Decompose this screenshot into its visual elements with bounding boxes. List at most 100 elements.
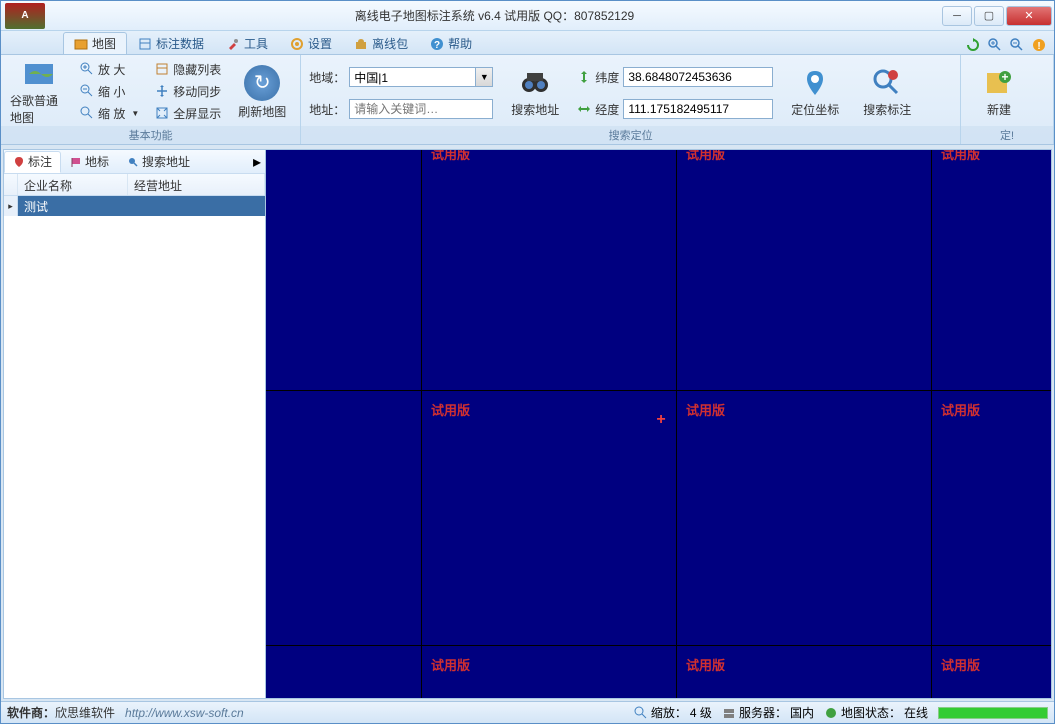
lng-label: 经度 xyxy=(595,101,619,118)
expand-tabs-button[interactable]: ▸ xyxy=(249,152,265,172)
search-address-button[interactable]: 搜索地址 xyxy=(505,59,565,125)
qa-zoomin-icon[interactable] xyxy=(986,36,1004,54)
fullscreen-button[interactable]: 全屏显示 xyxy=(150,103,226,123)
longitude-input[interactable] xyxy=(623,99,773,119)
server-icon xyxy=(722,706,736,720)
qa-refresh-icon[interactable] xyxy=(964,36,982,54)
tab-offline[interactable]: 离线包 xyxy=(343,32,419,54)
lng-icon xyxy=(577,102,591,116)
zoomin-icon xyxy=(80,62,94,76)
minimize-button[interactable]: ─ xyxy=(942,6,972,26)
new-icon: + xyxy=(983,67,1015,99)
tab-tools[interactable]: 工具 xyxy=(215,32,279,54)
ribbon: 谷歌普通地图 放 大 缩 小 缩 放▼ 隐藏列表 移动同步 全屏显示 ↻ 刷新地… xyxy=(1,55,1054,145)
search-icon xyxy=(127,156,139,168)
watermark: 试用版 xyxy=(431,655,470,674)
search-mark-button[interactable]: 搜索标注 xyxy=(857,59,917,125)
watermark: 试用版 xyxy=(686,655,725,674)
locate-coord-button[interactable]: 定位坐标 xyxy=(785,59,845,125)
binoculars-icon xyxy=(519,67,551,99)
search-mark-label: 搜索标注 xyxy=(863,101,911,118)
address-input[interactable] xyxy=(349,99,493,119)
pin-red-icon xyxy=(13,156,25,168)
center-cross-icon: + xyxy=(656,411,665,429)
zoom-status-icon xyxy=(634,706,648,720)
app-logo: A xyxy=(5,3,45,29)
vendor-name: 欣思维软件 xyxy=(55,706,115,720)
google-map-label: 谷歌普通地图 xyxy=(10,92,68,126)
status-zoom: 缩放：4 级 xyxy=(634,704,712,721)
watermark: 试用版 xyxy=(686,150,725,163)
col-company-name[interactable]: 企业名称 xyxy=(18,174,128,195)
vendor-url[interactable]: http://www.xsw-soft.cn xyxy=(125,706,244,720)
group-mark-label: 定! xyxy=(961,126,1053,144)
google-map-button[interactable]: 谷歌普通地图 xyxy=(9,59,69,125)
refresh-icon: ↻ xyxy=(244,65,280,101)
list-icon xyxy=(155,62,169,76)
lptab-mark[interactable]: 标注 xyxy=(4,151,61,173)
watermark: 试用版 xyxy=(431,150,470,163)
tab-help[interactable]: ? 帮助 xyxy=(419,32,483,54)
tab-settings[interactable]: 设置 xyxy=(279,32,343,54)
group-basic-label: 基本功能 xyxy=(1,126,300,144)
maximize-button[interactable]: ▢ xyxy=(974,6,1004,26)
map-canvas[interactable]: 试用版 试用版 试用版 试用版 试用版 试用版 试用版 试用版 试用版 + xyxy=(266,150,1051,698)
tab-map[interactable]: 地图 xyxy=(63,32,127,54)
left-panel: 标注 地标 搜索地址 ▸ 企业名称 经营地址 ▸ 测试 xyxy=(4,150,266,698)
locate-coord-label: 定位坐标 xyxy=(791,101,839,118)
new-label: 新建 xyxy=(987,101,1011,118)
qa-zoomout-icon[interactable] xyxy=(1008,36,1026,54)
tab-offline-label: 离线包 xyxy=(372,35,408,52)
tools-icon xyxy=(226,37,240,51)
close-button[interactable]: ✕ xyxy=(1006,6,1052,26)
zoomfit-icon xyxy=(80,106,94,120)
move-sync-button[interactable]: 移动同步 xyxy=(150,81,226,101)
region-dropdown-button[interactable]: ▼ xyxy=(475,67,493,87)
refresh-map-button[interactable]: ↻ 刷新地图 xyxy=(232,59,292,125)
partial-button[interactable] xyxy=(1035,59,1045,125)
lat-icon xyxy=(577,70,591,84)
hide-list-button[interactable]: 隐藏列表 xyxy=(150,59,226,79)
row-indicator-icon: ▸ xyxy=(4,196,18,216)
lptab-land[interactable]: 地标 xyxy=(61,151,118,173)
zoom-out-button[interactable]: 缩 小 xyxy=(75,81,144,101)
lat-label: 纬度 xyxy=(595,69,619,86)
globe-icon xyxy=(23,58,55,90)
sync-icon xyxy=(155,84,169,98)
region-input[interactable] xyxy=(349,67,475,87)
tab-map-label: 地图 xyxy=(92,35,116,52)
cell-name: 测试 xyxy=(18,198,54,215)
col-business-address[interactable]: 经营地址 xyxy=(128,174,265,195)
table-row[interactable]: ▸ 测试 xyxy=(4,196,265,216)
group-search-label: 搜索定位 xyxy=(301,126,960,144)
zoom-in-button[interactable]: 放 大 xyxy=(75,59,144,79)
settings-icon xyxy=(290,37,304,51)
window-title: 离线电子地图标注系统 v6.4 试用版 QQ：807852129 xyxy=(49,7,940,24)
pin-icon xyxy=(799,67,831,99)
new-button[interactable]: + 新建 xyxy=(969,59,1029,125)
grid-header: 企业名称 经营地址 xyxy=(4,174,265,196)
watermark: 试用版 xyxy=(941,150,980,163)
tab-settings-label: 设置 xyxy=(308,35,332,52)
tab-data[interactable]: 标注数据 xyxy=(127,32,215,54)
progress-bar xyxy=(938,707,1048,719)
title-bar: A 离线电子地图标注系统 v6.4 试用版 QQ：807852129 ─ ▢ ✕ xyxy=(1,1,1054,31)
status-mapstate: 地图状态：在线 xyxy=(824,704,928,721)
watermark: 试用版 xyxy=(431,400,470,419)
vendor-label: 软件商： xyxy=(7,706,55,720)
region-select[interactable]: ▼ xyxy=(349,67,493,87)
search-address-label: 搜索地址 xyxy=(511,101,559,118)
main-body: 标注 地标 搜索地址 ▸ 企业名称 经营地址 ▸ 测试 xyxy=(3,149,1052,699)
dropdown-arrow-icon: ▼ xyxy=(131,109,139,118)
status-bar: 软件商：欣思维软件 http://www.xsw-soft.cn 缩放：4 级 … xyxy=(1,701,1054,723)
lptab-search[interactable]: 搜索地址 xyxy=(118,151,199,173)
latitude-input[interactable] xyxy=(623,67,773,87)
watermark: 试用版 xyxy=(941,400,980,419)
data-icon xyxy=(138,37,152,51)
svg-text:!: ! xyxy=(1037,41,1040,52)
map-icon xyxy=(74,37,88,51)
qa-warning-icon[interactable]: ! xyxy=(1030,36,1048,54)
flag-icon xyxy=(70,156,82,168)
watermark: 试用版 xyxy=(941,655,980,674)
zoom-fit-button[interactable]: 缩 放▼ xyxy=(75,103,144,123)
